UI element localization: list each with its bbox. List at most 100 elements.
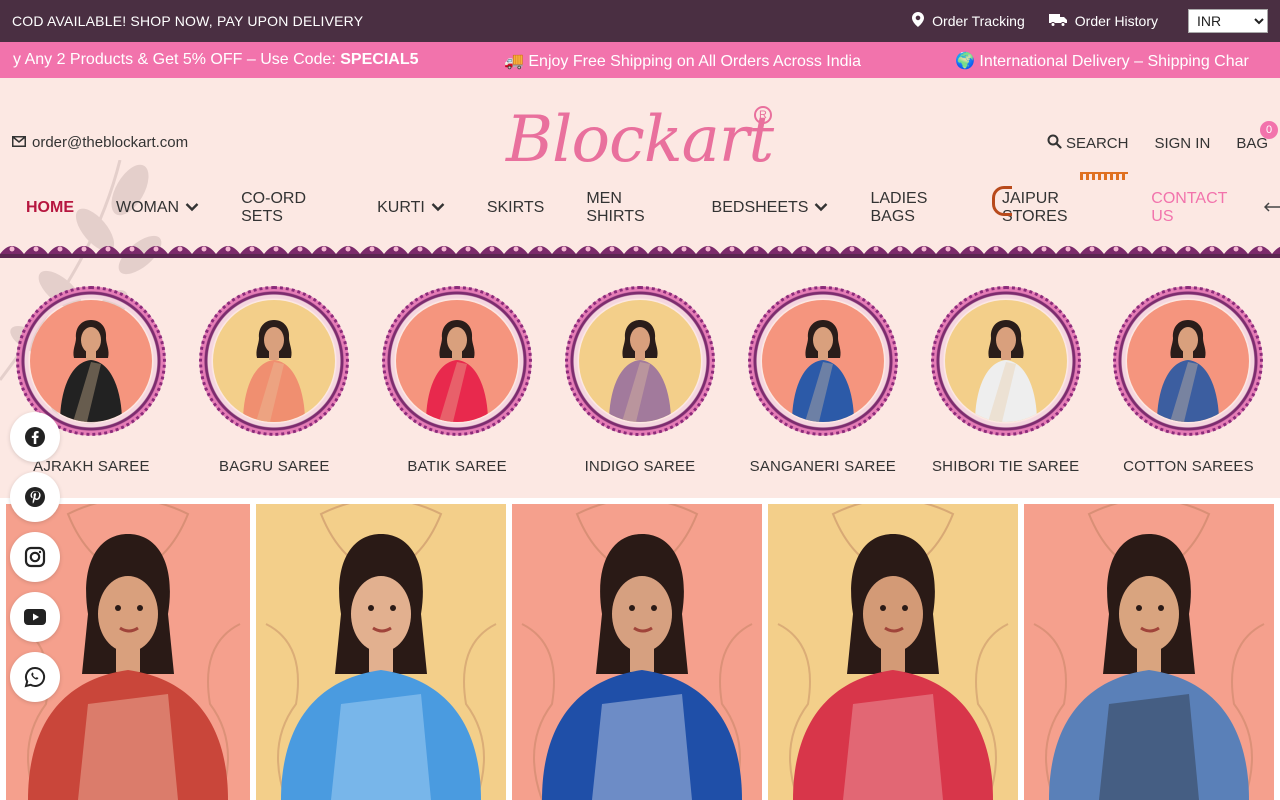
search-button[interactable]: SEARCH — [1047, 134, 1129, 153]
bag-button[interactable]: BAG 0 — [1236, 121, 1278, 152]
nav-men-shirts[interactable]: MEN SHIRTS — [586, 190, 669, 226]
sign-in-link[interactable]: SIGN IN — [1154, 135, 1210, 152]
logo-text: Blockart — [506, 103, 774, 177]
category-label: BATIK SAREE — [407, 458, 507, 475]
category-label: SANGANERI SAREE — [749, 458, 896, 475]
order-tracking-label: Order Tracking — [932, 13, 1025, 29]
toran-decoration — [1079, 172, 1128, 180]
order-history-link[interactable]: Order History — [1048, 13, 1158, 30]
category-photo — [761, 300, 884, 422]
promo-item-discount: y Any 2 Products & Get 5% OFF – Use Code… — [13, 51, 419, 69]
nav-contact-label: CONTACT US — [1151, 190, 1228, 225]
envelope-icon — [12, 134, 26, 151]
bag-count-badge: 0 — [1260, 121, 1278, 139]
category-frame — [930, 286, 1081, 436]
search-label: SEARCH — [1065, 135, 1129, 152]
banner-panel-4 — [768, 504, 1018, 800]
instagram-icon[interactable] — [10, 532, 60, 582]
site-header: order@theblockart.com Blockart R SEARCH … — [0, 78, 1280, 180]
chevron-down-icon — [185, 201, 199, 215]
nav-kurti-label: KURTI — [377, 199, 425, 216]
nav-ladies-bags-label: LADIES BAGS — [870, 190, 928, 225]
promo-item-shipping: 🚚 Enjoy Free Shipping on All Orders Acro… — [504, 53, 861, 70]
category-frame — [1113, 286, 1264, 436]
category-label: INDIGO SAREE — [584, 458, 696, 475]
nav-skirts[interactable]: SKIRTS — [487, 199, 545, 217]
category-frame — [199, 286, 350, 436]
order-tracking-link[interactable]: Order Tracking — [912, 12, 1025, 30]
category-item[interactable]: COTTON SAREES — [1103, 286, 1273, 494]
blockart-logo[interactable]: Blockart R — [506, 102, 776, 178]
model-figure — [60, 320, 123, 422]
model-figure — [243, 320, 306, 422]
nav-men-shirts-label: MEN SHIRTS — [586, 190, 645, 225]
nav-home[interactable]: HOME — [26, 199, 74, 217]
social-sidebar — [10, 412, 60, 702]
category-label: BAGRU SAREE — [218, 458, 330, 475]
nav-coord-sets[interactable]: CO-ORD SETS — [241, 190, 335, 226]
nav-coord-label: CO-ORD SETS — [241, 190, 306, 225]
registered-mark: R — [754, 106, 772, 124]
promo-marquee: y Any 2 Products & Get 5% OFF – Use Code… — [0, 42, 1280, 78]
jaipur-arch-icon — [991, 186, 1012, 216]
contact-email[interactable]: order@theblockart.com — [12, 134, 188, 151]
top-bar: COD AVAILABLE! SHOP NOW, PAY UPON DELIVE… — [0, 0, 1280, 42]
category-photo — [213, 300, 336, 422]
search-icon — [1047, 134, 1062, 153]
category-item[interactable]: INDIGO SAREE — [555, 286, 725, 494]
top-bar-links: Order Tracking Order History INR — [912, 9, 1268, 33]
currency-select[interactable]: INR — [1188, 9, 1268, 33]
category-item[interactable]: BAGRU SAREE — [189, 286, 359, 494]
order-history-label: Order History — [1074, 13, 1158, 29]
promo-discount-text: y Any 2 Products & Get 5% OFF – Use Code… — [13, 51, 341, 68]
category-frame — [564, 286, 715, 436]
nav-contact-us[interactable]: CONTACT US — [1151, 190, 1238, 226]
chevron-down-icon — [814, 201, 828, 215]
decorative-border — [0, 236, 1280, 258]
sign-in-label: SIGN IN — [1154, 135, 1211, 152]
facebook-icon[interactable] — [10, 412, 60, 462]
header-actions: SEARCH SIGN IN BAG 0 — [1047, 121, 1278, 153]
youtube-icon[interactable] — [10, 592, 60, 642]
map-pin-icon — [912, 12, 925, 30]
nav-ladies-bags[interactable]: LADIES BAGS — [870, 190, 960, 226]
nav-woman[interactable]: WOMAN — [116, 199, 199, 217]
pinterest-icon[interactable] — [10, 472, 60, 522]
hero-banner[interactable] — [0, 498, 1280, 800]
nav-jaipur-stores[interactable]: JAIPUR STORES — [991, 172, 1128, 226]
email-text: order@theblockart.com — [32, 134, 189, 151]
model-figure — [974, 320, 1037, 422]
category-row: AJRAKH SAREE BAGRU SAREE BATIK SAREE IND… — [0, 258, 1280, 494]
promo-item-international: 🌍 International Delivery – Shipping Char — [955, 53, 1249, 70]
category-photo — [396, 300, 519, 422]
nav-bedsheets-label: BEDSHEETS — [711, 199, 809, 216]
category-item[interactable]: SHIBORI TIE SAREE — [921, 286, 1091, 494]
nav-skirts-label: SKIRTS — [486, 199, 545, 216]
cod-announcement: COD AVAILABLE! SHOP NOW, PAY UPON DELIVE… — [12, 13, 364, 29]
category-item[interactable]: SANGANERI SAREE — [738, 286, 908, 494]
banner-panel-5 — [1024, 504, 1274, 800]
nav-home-label: HOME — [26, 199, 74, 216]
category-label: SHIBORI TIE SAREE — [931, 458, 1080, 475]
model-figure — [791, 320, 854, 422]
category-item[interactable]: BATIK SAREE — [372, 286, 542, 494]
nav-kurti[interactable]: KURTI — [377, 199, 445, 217]
nav-bedsheets[interactable]: BEDSHEETS — [712, 199, 829, 217]
whatsapp-icon[interactable] — [10, 652, 60, 702]
category-photo — [578, 300, 701, 422]
category-photo — [30, 300, 153, 422]
arrow-left-icon — [1263, 199, 1280, 217]
category-frame — [747, 286, 898, 436]
main-nav: HOME WOMAN CO-ORD SETS KURTI SKIRTS MEN … — [0, 172, 1280, 236]
chevron-down-icon — [431, 201, 445, 215]
model-figure — [1157, 320, 1220, 422]
banner-panel-2 — [256, 504, 506, 800]
category-label: COTTON SAREES — [1123, 458, 1254, 475]
category-photo — [944, 300, 1067, 422]
promo-code: SPECIAL5 — [340, 51, 419, 68]
nav-jaipur-label: JAIPUR STORES — [1001, 190, 1068, 225]
truck-icon — [1048, 13, 1067, 30]
category-photo — [1127, 300, 1250, 422]
model-figure — [426, 320, 489, 422]
banner-panel-3 — [512, 504, 762, 800]
